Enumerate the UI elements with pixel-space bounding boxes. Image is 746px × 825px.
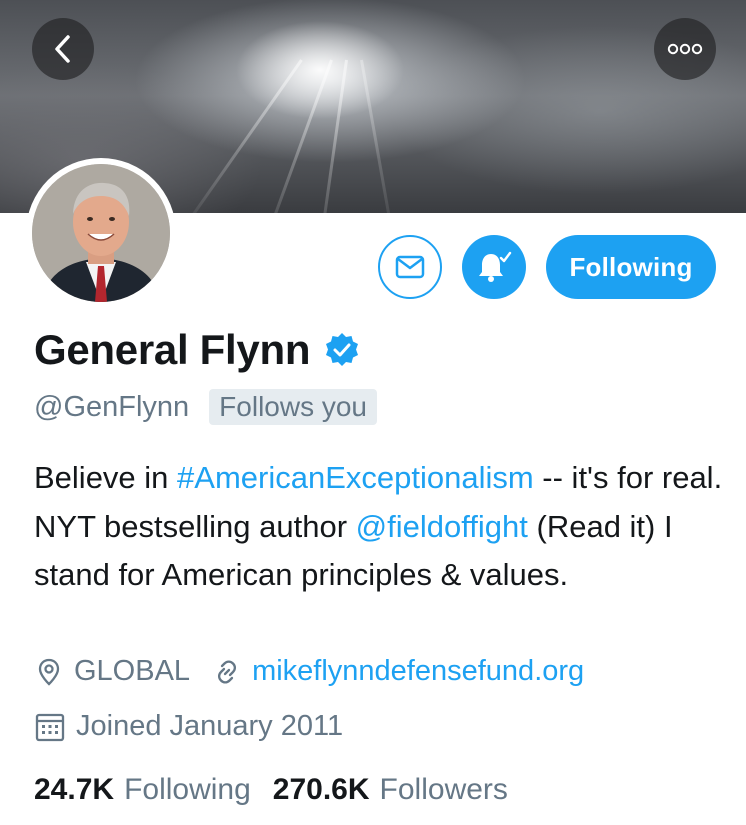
- chevron-left-icon: [55, 35, 70, 63]
- followers-stat[interactable]: 270.6K Followers: [273, 773, 508, 807]
- followers-count: 270.6K: [272, 773, 370, 806]
- name-row: General Flynn: [34, 326, 360, 374]
- followers-label: Followers: [379, 773, 508, 806]
- calendar-icon: [35, 713, 65, 741]
- profile-joined-row: Joined January 2011: [34, 710, 365, 743]
- bio-text: Believe in: [34, 460, 178, 495]
- display-name: General Flynn: [34, 326, 311, 373]
- username-handle: @GenFlynn: [34, 390, 190, 423]
- bio-hashtag-link[interactable]: #AmericanExceptionalism: [177, 460, 534, 495]
- envelope-icon: [395, 255, 425, 279]
- following-stat[interactable]: 24.7K Following: [34, 773, 251, 807]
- location: GLOBAL: [34, 655, 190, 688]
- bio-mention-link[interactable]: @fieldoffight: [356, 509, 528, 544]
- avatar-image: [32, 164, 170, 302]
- website[interactable]: mikeflynndefensefund.org: [212, 655, 584, 688]
- handle-row: @GenFlynn Follows you: [34, 389, 378, 425]
- profile-bio: Believe in #AmericanExceptionalism -- it…: [34, 454, 724, 600]
- profile-avatar[interactable]: [26, 158, 176, 308]
- location-pin-icon: [38, 658, 60, 686]
- bell-icon: [479, 251, 512, 282]
- following-button[interactable]: Following: [546, 235, 716, 299]
- location-text: GLOBAL: [74, 655, 191, 687]
- joined-text: Joined January 2011: [76, 710, 344, 742]
- following-label: Following: [124, 773, 251, 806]
- notifications-button[interactable]: [462, 235, 526, 299]
- profile-meta-row: GLOBAL mikeflynndefensefund.org: [34, 655, 606, 688]
- joined-date: Joined January 2011: [34, 710, 343, 743]
- more-button[interactable]: [654, 18, 716, 80]
- message-button[interactable]: [378, 235, 442, 299]
- back-button[interactable]: [32, 18, 94, 80]
- follows-you-badge: Follows you: [209, 389, 378, 425]
- more-icon: [667, 43, 703, 55]
- profile-stats: 24.7K Following 270.6K Followers: [34, 773, 530, 807]
- following-count: 24.7K: [34, 773, 115, 806]
- website-link[interactable]: mikeflynndefensefund.org: [252, 655, 584, 688]
- verified-badge-icon: [326, 333, 359, 366]
- link-icon: [218, 659, 237, 684]
